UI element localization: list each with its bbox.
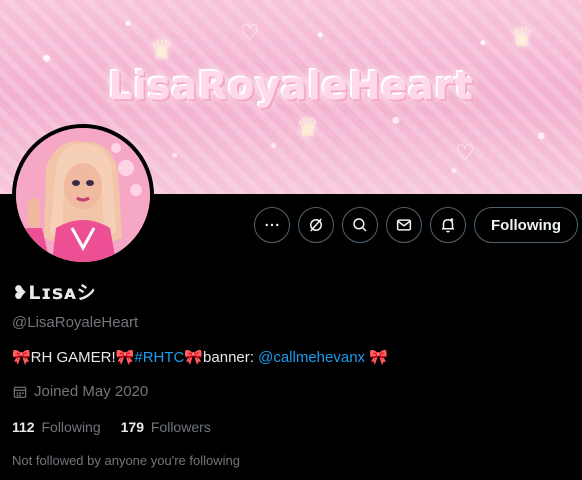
- notification-bell-icon: [442, 218, 454, 233]
- profile-bio: 🎀RH GAMER!🎀#RHTC🎀banner: @callmehevanx 🎀: [12, 348, 572, 366]
- profile-info: ❥Lɪsᴀシ @LisaRoyaleHeart 🎀RH GAMER!🎀#RHTC…: [12, 278, 572, 468]
- following-count: 112: [12, 419, 35, 435]
- bio-text: 🎀RH GAMER!🎀: [12, 349, 135, 366]
- crown-decoration-icon: ♛: [150, 34, 174, 64]
- more-button[interactable]: [254, 207, 290, 243]
- message-icon: [396, 219, 412, 231]
- following-button[interactable]: Following: [474, 207, 578, 243]
- display-name: ❥Lɪsᴀシ: [12, 282, 97, 304]
- followers-label: Followers: [150, 419, 211, 435]
- following-label: Following: [41, 419, 101, 435]
- following-count-link[interactable]: 112 Following: [12, 419, 101, 435]
- joined-date: Joined May 2020: [12, 383, 572, 400]
- followed-by-note: Not followed by anyone you're following: [12, 453, 240, 468]
- notify-button[interactable]: [430, 207, 466, 243]
- message-button[interactable]: [386, 207, 422, 243]
- crown-decoration-icon: ♛: [510, 22, 534, 52]
- follow-stats: 112 Following 179 Followers: [12, 419, 572, 435]
- more-icon: [265, 223, 279, 227]
- grok-button[interactable]: [298, 207, 334, 243]
- crown-decoration-icon: ♛: [296, 112, 320, 142]
- calendar-icon: [13, 386, 27, 398]
- bio-text: 🎀banner:: [184, 349, 259, 366]
- heart-decoration-icon: ♡: [240, 20, 260, 45]
- joined-text: Joined May 2020: [34, 383, 149, 400]
- heart-decoration-icon: ♡: [455, 140, 475, 165]
- profile-handle: @LisaRoyaleHeart: [12, 314, 139, 331]
- bio-mention-link[interactable]: @callmehevanx: [258, 349, 365, 366]
- bio-hashtag-link[interactable]: #RHTC: [134, 349, 184, 366]
- banner-title: LisaRoyaleHeart: [108, 64, 474, 108]
- profile-action-bar: Following: [0, 207, 582, 245]
- search-button[interactable]: [342, 207, 378, 243]
- bio-text: 🎀: [365, 349, 388, 366]
- followers-count: 179: [120, 419, 144, 435]
- followers-count-link[interactable]: 179 Followers: [121, 419, 211, 435]
- grok-icon: [310, 218, 322, 232]
- search-icon: [353, 218, 367, 232]
